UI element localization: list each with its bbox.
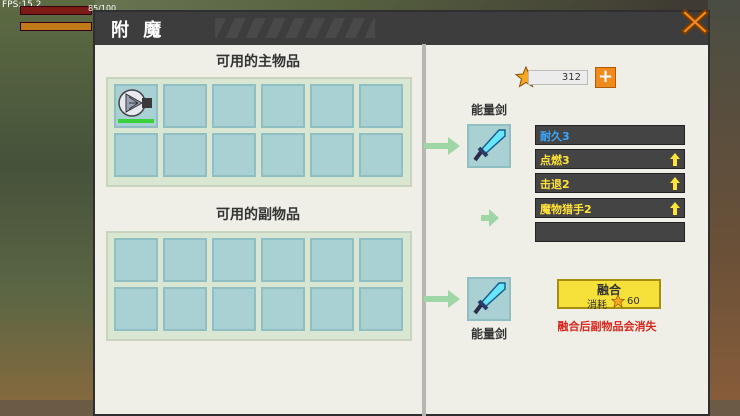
enchant-label: 耐久3 [540,130,570,143]
enchant-row[interactable]: 点燃3 [535,149,685,169]
main-item-slot[interactable] [359,84,403,128]
sub-item-slot[interactable] [359,238,403,282]
main-item-slot[interactable] [114,133,158,177]
game-background-left [0,0,95,416]
enchant-row[interactable]: 魔物猎手2 [535,198,685,218]
sub-item-slot[interactable] [261,238,305,282]
main-item-slot[interactable] [163,84,207,128]
enchant-row[interactable] [535,222,685,242]
main-items-title: 可用的主物品 [216,54,300,70]
sub-item-slot[interactable] [163,238,207,282]
result-item-label-bottom: 能量剑 [470,327,507,341]
star-currency-amount: 312 [528,70,588,85]
fuse-button-label: 融合 [596,283,621,297]
sub-item-slot[interactable] [261,287,305,331]
upgrade-arrow-icon [670,177,680,190]
sub-item-slot[interactable] [114,238,158,282]
hunger-bar [20,22,92,31]
enchant-row[interactable]: 耐久3 [535,125,685,145]
panel-divider [422,44,426,416]
main-item-slot[interactable] [261,84,305,128]
header-stripe [215,18,375,38]
fuse-cost-label: 消耗 [587,300,607,311]
result-item-label-top: 能量剑 [470,103,507,117]
close-icon[interactable] [679,6,711,38]
star-currency-icon [611,294,625,308]
sub-item-slot[interactable] [212,287,256,331]
result-item-slot-bottom[interactable] [467,277,511,321]
game-background-right [708,0,740,416]
sub-item-slot[interactable] [359,287,403,331]
main-item-slot[interactable] [212,133,256,177]
main-item-slot[interactable] [359,133,403,177]
sub-items-title: 可用的副物品 [216,207,300,223]
main-item-slot[interactable] [310,133,354,177]
main-item-slot[interactable] [163,133,207,177]
enchant-label: 魔物猎手2 [540,203,592,216]
result-item-slot-top[interactable] [467,124,511,168]
main-item-slot[interactable] [114,84,158,128]
sub-item-slot[interactable] [310,238,354,282]
dialog-title: 附 魔 [111,20,166,41]
dialog-header: 附 魔 [95,12,708,45]
upgrade-arrow-icon [670,153,680,166]
add-currency-button[interactable]: + [595,67,616,88]
sub-item-slot[interactable] [114,287,158,331]
fuse-warning-text: 融合后副物品会消失 [557,320,657,333]
energy-sword-icon [473,282,506,315]
enchant-label: 击退2 [540,178,570,191]
main-item-slot[interactable] [261,133,305,177]
enchant-label: 点燃3 [540,154,570,167]
sub-items-grid [106,231,412,341]
durability-bar [118,119,154,123]
main-items-grid [106,77,412,187]
energy-sword-icon [473,129,506,162]
drill-item-icon [118,89,152,117]
fuse-button[interactable]: 融合 消耗 60 [557,279,661,311]
upgrade-arrow-icon [670,202,680,215]
main-item-slot[interactable] [212,84,256,128]
sub-item-slot[interactable] [310,287,354,331]
arrow-right-icon [424,290,460,308]
health-bar [20,6,92,15]
sub-item-slot[interactable] [212,238,256,282]
arrow-right-small-icon [481,209,499,227]
arrow-right-icon [424,137,460,155]
sub-item-slot[interactable] [163,287,207,331]
fuse-cost-amount: 60 [627,296,640,307]
main-item-slot[interactable] [310,84,354,128]
enchant-row[interactable]: 击退2 [535,173,685,193]
